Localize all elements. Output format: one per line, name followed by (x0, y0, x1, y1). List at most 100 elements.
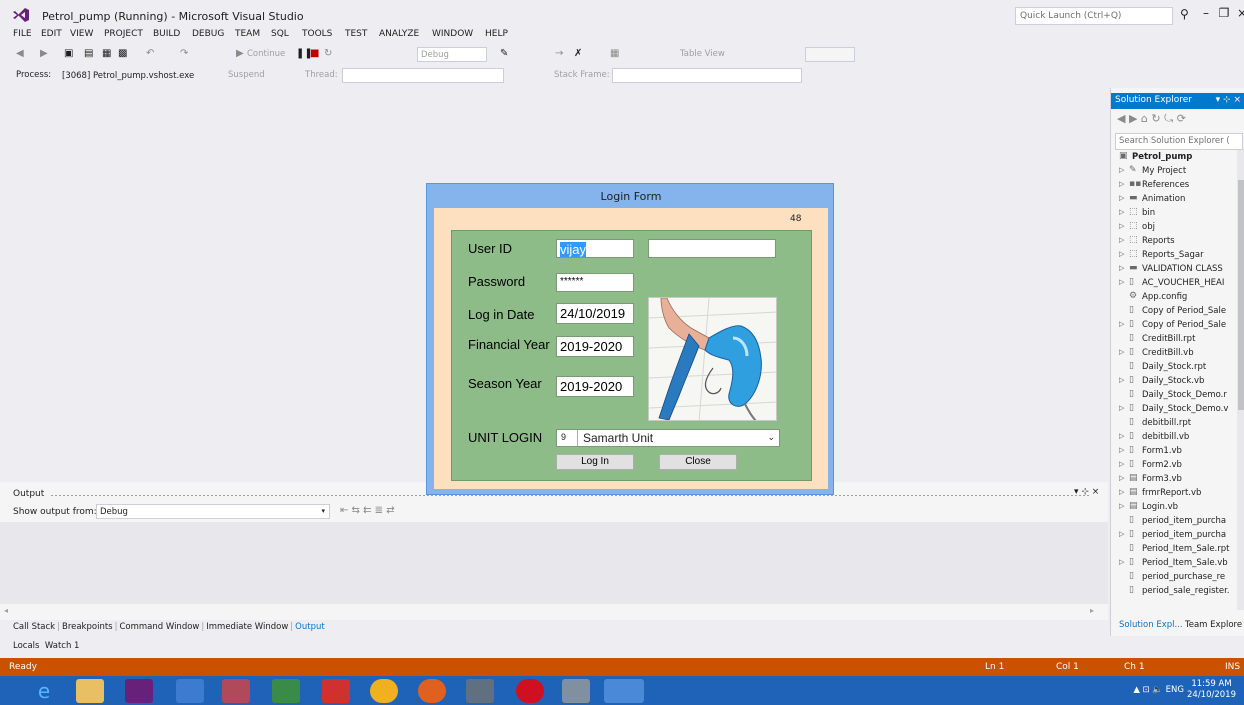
running-app-icon[interactable] (604, 679, 644, 703)
close-button[interactable]: Close (659, 454, 737, 470)
tree-item[interactable]: ▯ Period_Item_Sale.rpt (1115, 542, 1241, 556)
tree-item[interactable]: ▷ ▤ Login.vb (1115, 500, 1241, 514)
expand-arrow-icon[interactable]: ▷ (1119, 222, 1124, 230)
output-source-select[interactable]: Debug ▾ (96, 504, 330, 519)
tab-locals[interactable]: Locals (13, 641, 39, 651)
expand-arrow-icon[interactable]: ▷ (1119, 348, 1124, 356)
expand-arrow-icon[interactable]: ▷ (1119, 180, 1124, 188)
close-icon[interactable]: × (1234, 6, 1244, 20)
login-button[interactable]: Log In (556, 454, 634, 470)
tab-watch-1[interactable]: Watch 1 (45, 641, 80, 651)
menu-view[interactable]: VIEW (70, 29, 93, 39)
app-icon[interactable] (562, 679, 590, 703)
tab-output[interactable]: Output (295, 622, 325, 632)
find-icon[interactable]: ✎ (500, 48, 508, 59)
tree-item[interactable]: ▷ ▯ Daily_Stock.vb (1115, 374, 1241, 388)
tree-item[interactable]: ▷ ⬚ Reports_Sagar (1115, 248, 1241, 262)
output-horizontal-scrollbar[interactable]: ◂ ▸ (0, 606, 1108, 616)
toolbar-zoom-select[interactable] (805, 47, 855, 62)
tree-item[interactable]: ▷ ▯ Daily_Stock_Demo.v (1115, 402, 1241, 416)
expand-arrow-icon[interactable]: ▷ (1119, 194, 1124, 202)
season-year-input[interactable]: 2019-2020 (556, 376, 634, 397)
forward-icon[interactable]: ▶ (40, 48, 48, 59)
scrollbar-thumb[interactable] (1238, 180, 1244, 410)
expand-arrow-icon[interactable]: ▷ (1119, 460, 1124, 468)
file-explorer-icon[interactable] (76, 679, 104, 703)
continue-label[interactable]: Continue (247, 49, 285, 59)
output-text-area[interactable] (0, 522, 1108, 604)
tree-item[interactable]: ▷ ▯ AC_VOUCHER_HEAI (1115, 276, 1241, 290)
stop-icon[interactable]: ■ (310, 48, 319, 59)
financial-year-input[interactable]: 2019-2020 (556, 336, 634, 357)
tree-item[interactable]: ▯ period_item_purcha (1115, 514, 1241, 528)
menu-build[interactable]: BUILD (153, 29, 180, 39)
solution-scrollbar[interactable] (1237, 150, 1244, 610)
expand-arrow-icon[interactable]: ▷ (1119, 236, 1124, 244)
minimize-icon[interactable]: – (1198, 6, 1214, 20)
search-icon[interactable]: ⚲ (1180, 7, 1189, 21)
tab-command-window[interactable]: Command Window (119, 622, 199, 632)
expand-arrow-icon[interactable]: ▷ (1119, 320, 1124, 328)
table-view-label[interactable]: Table View (680, 49, 725, 59)
system-tray[interactable]: ▲ ⊡ 🔈 ENG (1133, 685, 1184, 695)
chrome-icon[interactable] (370, 679, 398, 703)
tree-item[interactable]: ▷ ▤ frmrReport.vb (1115, 486, 1241, 500)
tree-item[interactable]: ▷ ▯ debitbill.vb (1115, 430, 1241, 444)
visual-studio-icon[interactable] (125, 679, 153, 703)
tree-item[interactable]: ▷ ▯ period_item_purcha (1115, 528, 1241, 542)
continue-icon[interactable]: ▶ (236, 48, 244, 59)
grid-icon[interactable]: ▦ (610, 48, 619, 59)
language-indicator[interactable]: ENG (1166, 685, 1184, 695)
menu-window[interactable]: WINDOW (432, 29, 473, 39)
solution-explorer-header[interactable]: Solution Explorer ▾ ⊹ × (1111, 93, 1244, 109)
navigate-icon[interactable]: → (555, 48, 563, 59)
expand-arrow-icon[interactable]: ▷ (1119, 250, 1124, 258)
expand-arrow-icon[interactable]: ▷ (1119, 376, 1124, 384)
tree-item[interactable]: ▷ ⬚ Reports (1115, 234, 1241, 248)
user-id-input[interactable]: vijay (556, 239, 634, 258)
expand-arrow-icon[interactable]: ▷ (1119, 404, 1124, 412)
remote-icon[interactable] (322, 679, 350, 703)
tab-solution-explorer[interactable]: Solution Expl... (1119, 620, 1183, 630)
pin-icon[interactable]: ▾ ⊹ × (1216, 95, 1241, 105)
password-input[interactable]: ****** (556, 273, 634, 292)
save-icon[interactable]: ▦ (102, 48, 111, 59)
network-icon[interactable] (466, 679, 494, 703)
scroll-right-icon[interactable]: ▸ (1090, 606, 1094, 615)
tree-item[interactable]: ▯ period_sale_register. (1115, 584, 1241, 598)
quick-launch-input[interactable]: Quick Launch (Ctrl+Q) (1015, 7, 1173, 25)
expand-arrow-icon[interactable]: ▷ (1119, 432, 1124, 440)
tree-item[interactable]: ▷ ▬ Animation (1115, 192, 1241, 206)
expand-arrow-icon[interactable]: ▷ (1119, 530, 1124, 538)
expand-arrow-icon[interactable]: ▷ (1119, 264, 1124, 272)
solution-explorer-toolbar[interactable]: ◀ ▶ ⌂ ↻ ⤿ ⟳ (1117, 112, 1186, 126)
undo-icon[interactable]: ↶ (146, 48, 154, 59)
user-name-field[interactable] (648, 239, 776, 258)
menu-help[interactable]: HELP (485, 29, 508, 39)
menu-analyze[interactable]: ANALYZE (379, 29, 419, 39)
expand-arrow-icon[interactable]: ▷ (1119, 278, 1124, 286)
tree-item[interactable]: ▷ ▬ VALIDATION CLASS (1115, 262, 1241, 276)
output-toolbar-icons[interactable]: ⇤ ⇆ ⇇ ≣ ⇄ (340, 505, 395, 516)
tree-item[interactable]: ▷ ⬚ obj (1115, 220, 1241, 234)
login-date-input[interactable]: 24/10/2019 (556, 303, 634, 324)
menu-file[interactable]: FILE (13, 29, 32, 39)
expand-arrow-icon[interactable]: ▷ (1119, 488, 1124, 496)
save-all-icon[interactable]: ▩ (118, 48, 127, 59)
expand-arrow-icon[interactable]: ▷ (1119, 166, 1124, 174)
process-select[interactable]: [3068] Petrol_pump.vshost.exe (58, 68, 200, 83)
opera-icon[interactable] (516, 679, 544, 703)
output-pin-icon[interactable]: ▾ ⊹ × (1074, 487, 1099, 497)
expand-arrow-icon[interactable]: ▷ (1119, 474, 1124, 482)
suspend-button[interactable]: Suspend (228, 70, 265, 80)
thread-select[interactable] (342, 68, 504, 83)
menu-project[interactable]: PROJECT (104, 29, 143, 39)
tree-item[interactable]: ▷ ▯ Form2.vb (1115, 458, 1241, 472)
redo-icon[interactable]: ↷ (180, 48, 188, 59)
new-project-icon[interactable]: ▣ (64, 48, 73, 59)
menu-debug[interactable]: DEBUG (192, 29, 224, 39)
tree-item[interactable]: ▷ ▤ Form3.vb (1115, 472, 1241, 486)
menu-tools[interactable]: TOOLS (302, 29, 332, 39)
open-icon[interactable]: ▤ (84, 48, 93, 59)
solution-search-input[interactable]: Search Solution Explorer ( (1115, 133, 1243, 150)
